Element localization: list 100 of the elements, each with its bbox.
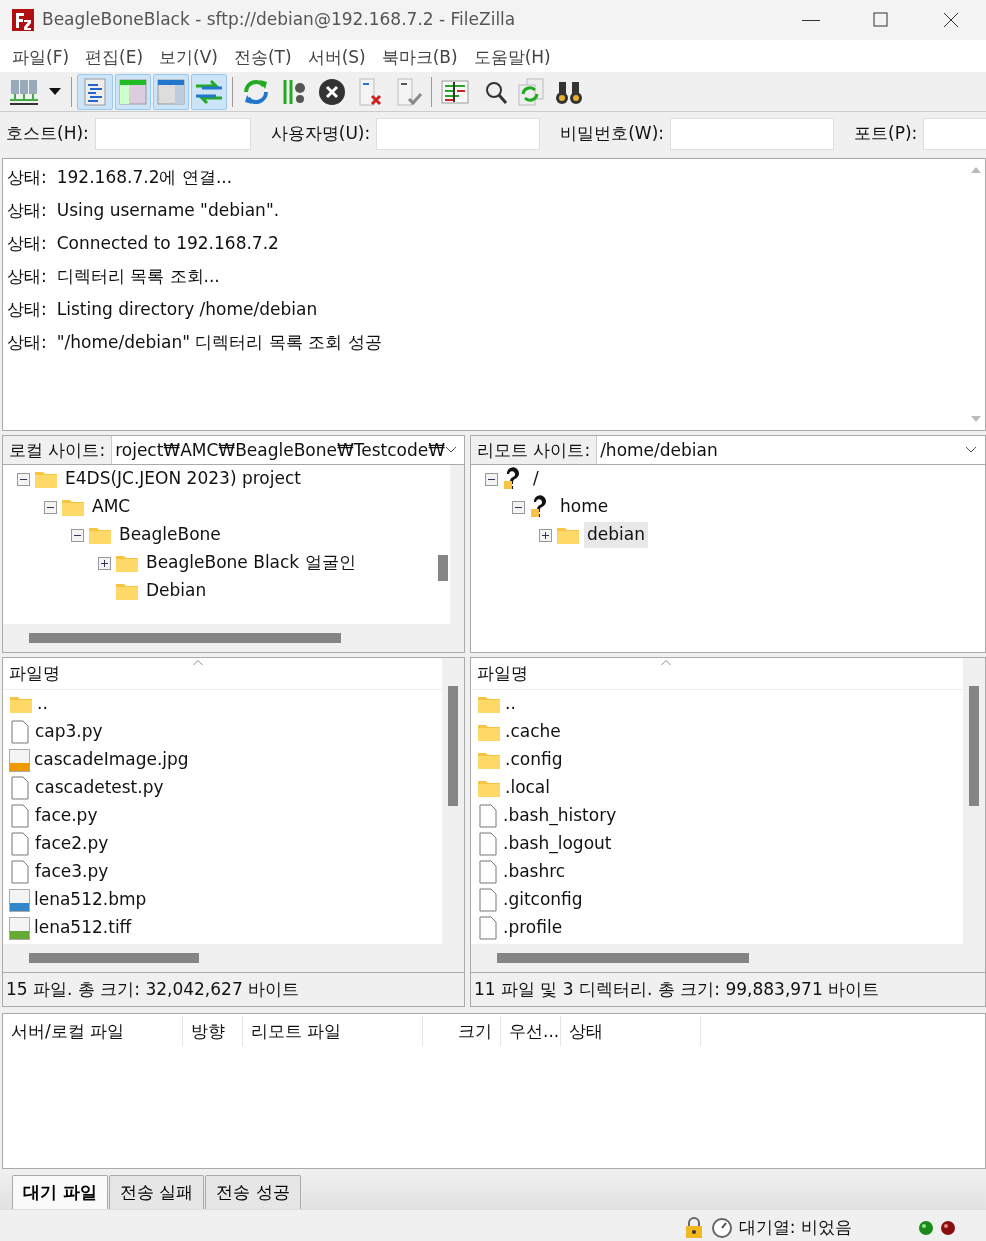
path-dropdown[interactable]: /home/debian xyxy=(596,436,985,464)
expand-toggle[interactable] xyxy=(98,556,111,570)
log-message: Using username "debian". xyxy=(56,200,280,220)
tree-item[interactable]: Debian xyxy=(143,578,210,604)
menu-item[interactable]: 파일(F) xyxy=(4,42,78,72)
column-header[interactable]: 파일명 xyxy=(9,660,60,687)
queue-tab[interactable]: 전송 성공 xyxy=(205,1174,301,1209)
scrollbar[interactable] xyxy=(963,658,985,944)
log-message: Listing directory /home/debian xyxy=(56,299,318,319)
menu-item[interactable]: 도움말(H) xyxy=(465,42,559,72)
sort-indicator-icon xyxy=(661,660,671,666)
column-header[interactable]: 방향 xyxy=(183,1016,243,1046)
file-name[interactable]: .. xyxy=(505,691,516,717)
file-name[interactable]: .bashrc xyxy=(503,859,566,885)
file-name[interactable]: .bash_logout xyxy=(503,831,612,857)
input-field[interactable] xyxy=(923,118,986,150)
file-name[interactable]: .gitconfig xyxy=(503,887,583,913)
collapse-toggle[interactable] xyxy=(44,500,57,514)
speedometer-icon xyxy=(710,1216,733,1239)
log-label: 상태: xyxy=(7,299,47,319)
column-header[interactable]: 파일명 xyxy=(477,660,528,687)
scroll-up-icon xyxy=(970,165,982,175)
tree-item[interactable]: AMC xyxy=(89,494,134,520)
status-summary: 11 파일 및 3 디렉터리. 총 크기: 99,883,971 바이트 xyxy=(470,973,986,1007)
file-icon xyxy=(9,860,31,884)
scrollbar[interactable] xyxy=(442,658,464,944)
log-label: 상태: xyxy=(7,233,47,253)
image-file-icon xyxy=(9,748,30,772)
file-name[interactable]: .profile xyxy=(503,915,563,941)
file-icon xyxy=(9,776,31,800)
field-label: 포트(P): xyxy=(854,122,918,146)
log-message: Connected to 192.168.7.2 xyxy=(56,233,279,253)
path-dropdown[interactable]: roject₩AMC₩BeagleBone₩Testcode₩ xyxy=(111,436,464,464)
file-icon xyxy=(477,804,499,828)
file-icon xyxy=(477,888,499,912)
image-file-icon xyxy=(9,916,30,940)
close-icon xyxy=(942,11,960,29)
caret-icon xyxy=(965,446,977,454)
file-name[interactable]: cascadetest.py xyxy=(35,775,164,801)
menu-item[interactable]: 서버(S) xyxy=(299,42,374,72)
queue-tab[interactable]: 대기 파일 xyxy=(12,1174,108,1209)
caret-icon xyxy=(445,446,458,454)
log-label: 상태: xyxy=(7,332,47,352)
menu-item[interactable]: 북마크(B) xyxy=(373,42,466,72)
input-field[interactable] xyxy=(94,118,251,150)
column-header[interactable]: 크기 xyxy=(423,1016,501,1046)
activity-light-icon xyxy=(918,1219,934,1236)
file-name[interactable]: face3.py xyxy=(35,859,109,885)
column-header[interactable]: 서버/로컬 파일 xyxy=(3,1016,183,1046)
file-name[interactable]: lena512.tiff xyxy=(34,915,132,941)
collapse-toggle[interactable] xyxy=(512,500,525,514)
tree-item[interactable]: home xyxy=(557,494,612,520)
queue-tab[interactable]: 전송 실패 xyxy=(108,1174,205,1209)
input-field[interactable] xyxy=(670,118,835,150)
log-label: 상태: xyxy=(7,200,47,220)
file-name[interactable]: lena512.bmp xyxy=(34,887,147,913)
queue-status: 대기열: 비었음 xyxy=(738,1215,852,1239)
menu-item[interactable]: 편집(E) xyxy=(77,42,152,72)
app-logo-icon xyxy=(12,9,34,31)
log-message: 디렉터리 목록 조회... xyxy=(56,266,220,286)
file-name[interactable]: face.py xyxy=(35,803,98,829)
log-label: 상태: xyxy=(7,266,47,286)
menu-item[interactable]: 전송(T) xyxy=(225,42,300,72)
file-icon xyxy=(9,832,31,856)
file-icon xyxy=(477,916,499,940)
column-header[interactable]: 우선... xyxy=(501,1016,561,1046)
site-label: 로컬 사이트: xyxy=(8,439,107,462)
image-file-icon xyxy=(9,888,30,912)
status-summary: 15 파일. 총 크기: 32,042,627 바이트 xyxy=(2,973,465,1007)
column-header[interactable]: 상태 xyxy=(561,1016,701,1046)
field-label: 사용자명(U): xyxy=(270,122,371,146)
file-name[interactable]: .config xyxy=(505,747,563,773)
tree-item[interactable]: BeagleBone xyxy=(116,522,224,548)
file-name[interactable]: .. xyxy=(37,691,48,717)
file-icon xyxy=(477,860,499,884)
tree-item[interactable]: debian xyxy=(584,522,648,548)
file-name[interactable]: .local xyxy=(505,775,550,801)
expand-toggle[interactable] xyxy=(539,528,552,542)
file-name[interactable]: cascadeImage.jpg xyxy=(34,747,189,773)
input-field[interactable] xyxy=(376,118,541,150)
menu-item[interactable]: 보기(V) xyxy=(151,42,226,72)
tree-item[interactable]: BeagleBone Black 얼굴인 xyxy=(143,550,359,576)
file-name[interactable]: cap3.py xyxy=(35,719,103,745)
file-name[interactable]: face2.py xyxy=(35,831,109,857)
column-header[interactable]: 리모트 파일 xyxy=(243,1016,423,1046)
collapse-toggle[interactable] xyxy=(485,472,498,486)
collapse-toggle[interactable] xyxy=(71,528,84,542)
file-name[interactable]: .bash_history xyxy=(503,803,617,829)
log-label: 상태: xyxy=(7,167,47,187)
log-message: 192.168.7.2에 연결... xyxy=(56,167,233,187)
site-label: 리모트 사이트: xyxy=(476,439,592,462)
scroll-down-icon xyxy=(970,414,982,424)
tree-item[interactable]: E4DS(JC.JEON 2023) project xyxy=(62,466,304,492)
file-icon xyxy=(9,720,31,744)
field-label: 비밀번호(W): xyxy=(560,122,665,146)
log-message: "/home/debian" 디렉터리 목록 조회 성공 xyxy=(56,332,382,352)
sync-browse-icon xyxy=(515,75,547,108)
collapse-toggle[interactable] xyxy=(17,472,30,486)
file-name[interactable]: .cache xyxy=(505,719,561,745)
tree-item[interactable]: / xyxy=(530,466,542,492)
